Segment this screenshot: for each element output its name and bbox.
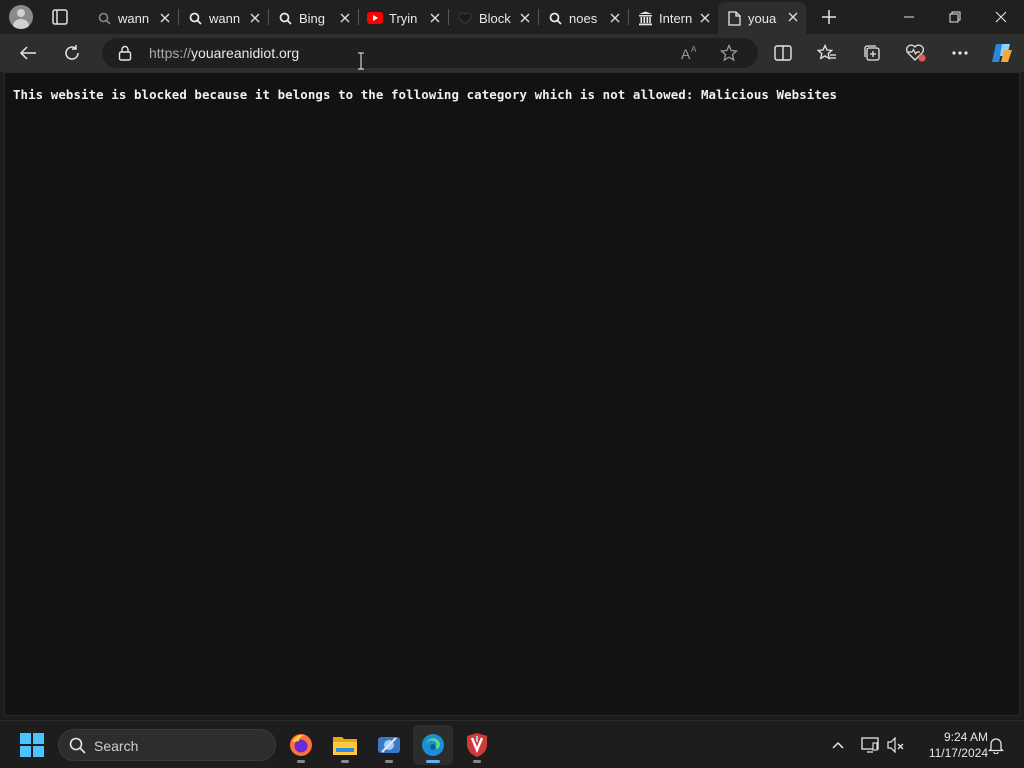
edge-icon[interactable] (413, 725, 453, 765)
svg-text:A: A (691, 45, 697, 54)
running-indicator (341, 760, 349, 763)
file-explorer-icon[interactable] (325, 725, 365, 765)
profile-avatar-icon[interactable] (9, 5, 33, 29)
tab-title: noes (569, 10, 598, 26)
tab-1[interactable]: wann (179, 3, 268, 33)
close-tab-icon[interactable] (338, 11, 352, 25)
tab-title: Bing (299, 10, 326, 26)
clock-time: 9:24 AM (943, 730, 988, 744)
taskbar-search[interactable]: Search (58, 729, 276, 761)
minimize-button[interactable] (886, 0, 932, 34)
tab-4[interactable]: Block (449, 3, 538, 33)
new-tab-button[interactable] (818, 6, 840, 28)
tab-7-active[interactable]: youa (718, 2, 806, 34)
close-tab-icon[interactable] (158, 11, 172, 25)
youtube-icon (367, 10, 383, 26)
split-screen-icon[interactable] (768, 39, 798, 67)
tab-title: Block (479, 10, 511, 26)
network-audio-icon[interactable] (884, 721, 908, 768)
close-window-button[interactable] (978, 0, 1024, 34)
copilot-icon[interactable] (987, 39, 1017, 67)
browser-essentials-icon[interactable] (901, 39, 931, 67)
tab-title: wann (118, 10, 150, 26)
page-content: This website is blocked because it belon… (4, 72, 1020, 716)
svg-text:A: A (681, 46, 691, 62)
close-tab-icon[interactable] (428, 11, 442, 25)
favorite-star-icon[interactable] (719, 43, 739, 67)
url-scheme: https:// (149, 45, 192, 61)
search-icon (69, 737, 86, 759)
tab-0[interactable]: wann (88, 3, 178, 33)
page-icon (726, 10, 742, 26)
search-icon (96, 10, 112, 26)
url-text[interactable]: https://youareanidiot.org (149, 45, 299, 61)
clock-date: 11/17/2024 (928, 746, 988, 760)
tab-title: Intern (659, 10, 693, 26)
tab-strip: wann wann Bing Tryin Block noes Intern y… (0, 0, 1024, 34)
firefox-icon[interactable] (281, 725, 321, 765)
app-icon[interactable] (369, 725, 409, 765)
back-button[interactable] (13, 39, 43, 67)
text-cursor-icon (356, 52, 366, 70)
close-tab-icon[interactable] (248, 11, 262, 25)
restore-button[interactable] (932, 0, 978, 34)
heart-icon (457, 10, 473, 26)
close-tab-icon[interactable] (786, 10, 800, 24)
taskbar: Search 9:24 AM 11/17/2024 (0, 720, 1024, 768)
lock-icon[interactable] (118, 45, 132, 66)
favorites-icon[interactable] (812, 39, 842, 67)
search-icon (187, 10, 203, 26)
running-indicator (473, 760, 481, 763)
close-tab-icon[interactable] (608, 11, 622, 25)
search-icon (547, 10, 563, 26)
more-options-icon[interactable] (945, 39, 975, 67)
active-indicator (426, 760, 440, 763)
tab-3[interactable]: Tryin (359, 3, 448, 33)
archive-icon (637, 10, 653, 26)
tab-title: youa (748, 10, 777, 26)
tab-list: wann wann Bing Tryin Block noes Intern y… (88, 0, 808, 34)
blocked-message: This website is blocked because it belon… (13, 87, 838, 102)
close-tab-icon[interactable] (698, 11, 712, 25)
running-indicator (297, 760, 305, 763)
show-hidden-icons-chevron-icon[interactable] (826, 721, 850, 768)
read-aloud-icon[interactable]: AA (680, 44, 700, 67)
refresh-button[interactable] (57, 39, 87, 67)
tab-title: wann (209, 10, 241, 26)
tab-5[interactable]: noes (539, 3, 628, 33)
notifications-bell-icon[interactable] (985, 721, 1007, 768)
security-app-icon[interactable] (457, 725, 497, 765)
start-button[interactable] (20, 733, 44, 757)
search-icon (277, 10, 293, 26)
system-clock[interactable]: 9:24 AM 11/17/2024 (912, 729, 988, 761)
tab-6[interactable]: Intern (629, 3, 718, 33)
collections-icon[interactable] (857, 39, 887, 67)
tab-2[interactable]: Bing (269, 3, 358, 33)
tab-title: Tryin (389, 10, 418, 26)
url-host: youareanidiot.org (191, 45, 300, 61)
running-indicator (385, 760, 393, 763)
address-bar[interactable]: https://youareanidiot.org AA (102, 38, 758, 68)
browser-toolbar: https://youareanidiot.org AA (0, 34, 1024, 72)
display-settings-icon[interactable] (858, 721, 882, 768)
tab-actions-menu-icon[interactable] (48, 6, 72, 28)
search-label: Search (94, 738, 139, 754)
close-tab-icon[interactable] (518, 11, 532, 25)
